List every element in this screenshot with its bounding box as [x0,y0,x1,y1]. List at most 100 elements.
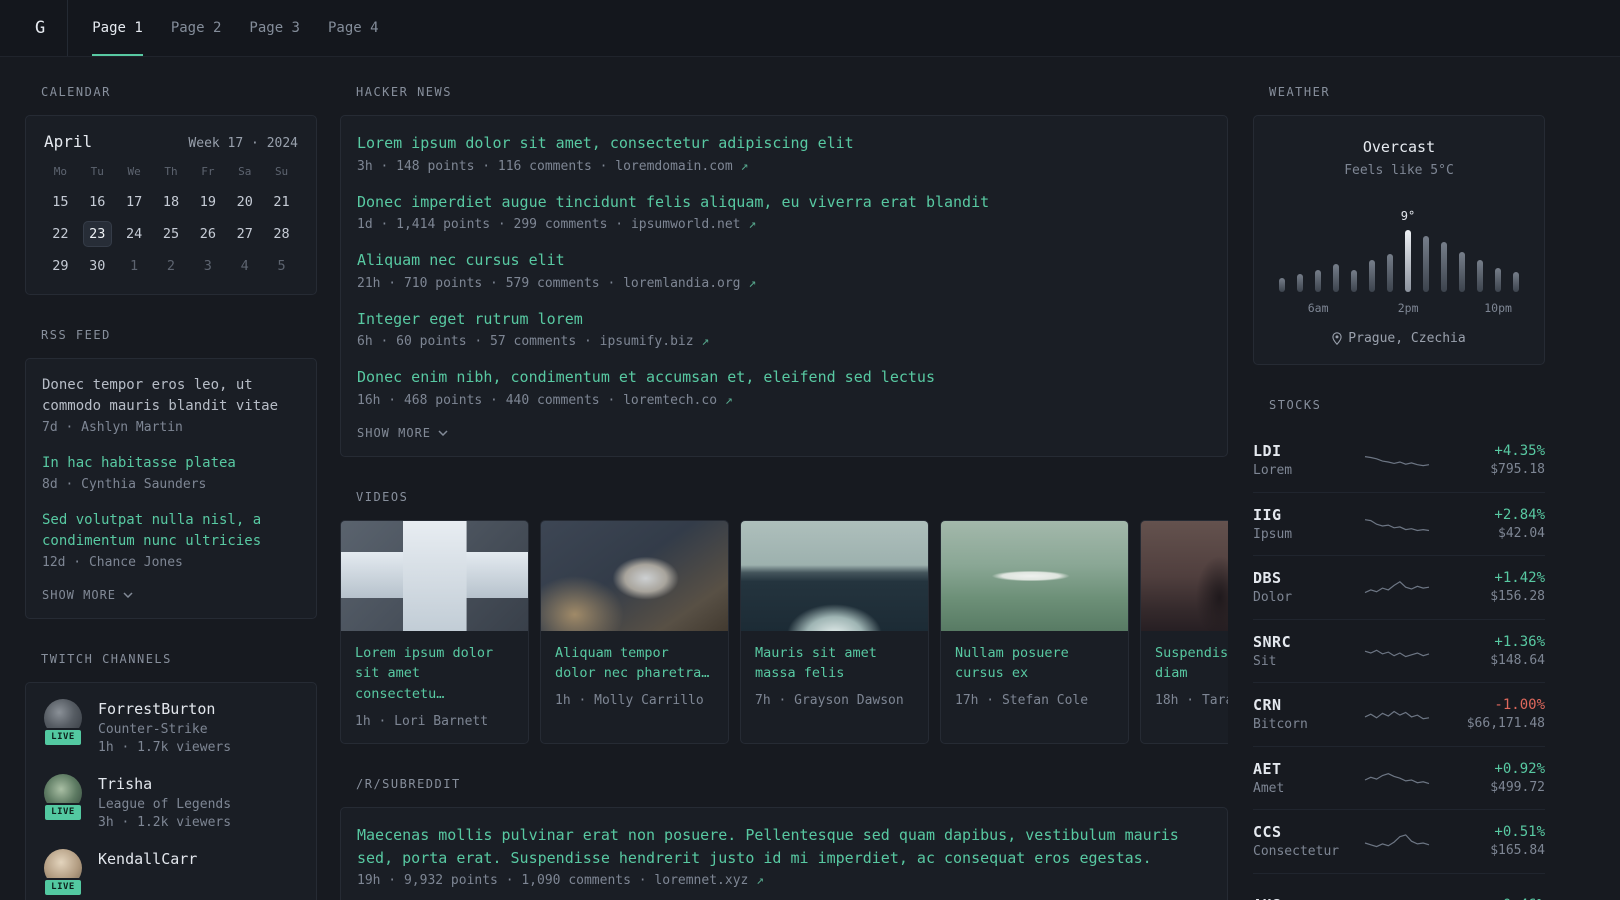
calendar-day[interactable]: 2 [157,254,184,278]
calendar-day[interactable]: 25 [157,222,184,246]
calendar-day[interactable]: 29 [47,254,74,278]
video-card[interactable]: Mauris sit amet massa felis 7h · Grayson… [740,519,929,745]
stock-values: +1.42% $156.28 [1449,570,1545,604]
post-title[interactable]: Maecenas mollis pulvinar erat non posuer… [357,824,1211,869]
calendar-day[interactable]: 24 [121,222,148,246]
stock-symbol: DBS [1253,569,1282,588]
twitch-section-title: TWITCH CHANNELS [41,652,172,666]
twitch-channel[interactable]: LIVE KendallCarr [42,849,300,897]
post-domain-link[interactable]: loremnet.xyz ↗ [654,873,764,888]
video-title[interactable]: Aliquam tempor dolor nec pharetra… [555,643,714,685]
rss-show-more-button[interactable]: SHOW MORE [42,588,300,602]
topbar-tab[interactable]: Page 2 [157,0,236,56]
calendar-day[interactable]: 5 [268,254,295,278]
calendar-day[interactable]: 22 [47,222,74,246]
calendar-day-header: Mo [53,165,68,178]
stock-values: +2.84% $42.04 [1449,507,1545,541]
channel-name[interactable]: KendallCarr [98,849,197,868]
calendar-day[interactable]: 28 [268,222,295,246]
channel-name[interactable]: Trisha [98,774,231,793]
topbar-tabs: Page 1 Page 2 Page 3 Page 4 [78,0,392,56]
external-link-icon: ↗ [748,275,757,291]
calendar-day[interactable]: 16 [84,190,111,214]
twitch-widget: TWITCH CHANNELS LIVE ForrestBurton Count… [25,652,317,900]
stock-values: +0.51% $165.84 [1449,824,1545,858]
location-pin-icon [1332,332,1342,345]
calendar-day[interactable]: 19 [194,190,221,214]
weather-time-label: 6am [1307,301,1329,315]
video-title[interactable]: Mauris sit amet massa felis [755,643,914,685]
subreddit-section-title: /R/SUBREDDIT [356,777,461,792]
post-domain-link[interactable]: loremtech.co ↗ [623,393,733,408]
rss-item: In hac habitasse platea 8d · Cynthia Sau… [42,453,300,492]
calendar-day[interactable]: 1 [121,254,148,278]
stock-id: SNRC Sit [1253,633,1345,669]
post-title[interactable]: Integer eget rutrum lorem [357,308,583,331]
stock-name: Bitcorn [1253,717,1308,733]
post-stats: 19h · 9,932 points · 1,090 comments · [357,873,655,889]
topbar-tab[interactable]: Page 3 [235,0,314,56]
rss-item-meta: 7d · Ashlyn Martin [42,420,183,435]
calendar-day[interactable]: 15 [47,190,74,214]
twitch-channel[interactable]: LIVE Trisha League of Legends 3h · 1.2k … [42,774,300,830]
video-title[interactable]: Suspendisse tempor diam [1155,643,1228,685]
stock-change: +0.51% [1494,824,1545,841]
calendar-day[interactable]: 23 [83,222,111,246]
video-card[interactable]: Lorem ipsum dolor sit amet consectetu… 1… [340,519,529,745]
stock-change: +0.92% [1494,760,1545,777]
stock-id: DBS Dolor [1253,569,1345,605]
stock-change: -1.00% [1494,697,1545,714]
calendar-day[interactable]: 17 [121,190,148,214]
stock-sparkline [1345,447,1449,473]
post-item: Lorem ipsum dolor sit amet, consectetur … [357,132,1211,174]
video-card[interactable]: Aliquam tempor dolor nec pharetra… 1h · … [540,519,729,745]
video-card[interactable]: Suspendisse tempor diam 18h · Tara [1140,519,1228,745]
stock-name: Dolor [1253,590,1293,606]
calendar-header: April Week 17 · 2024 [42,132,300,151]
topbar-tab[interactable]: Page 4 [314,0,393,56]
weather-card: Overcast Feels like 5°C 9° 6am 2pm 10pm Pr… [1253,115,1545,365]
post-domain-link[interactable]: ipsumworld.net ↗ [631,217,756,232]
post-domain-link[interactable]: loremdomain.com ↗ [615,159,748,174]
rss-item-title[interactable]: In hac habitasse platea [42,453,300,474]
calendar-day[interactable]: 26 [194,222,221,246]
calendar-day[interactable]: 30 [84,254,111,278]
rss-card: Donec tempor eros leo, ut commodo mauris… [25,358,317,619]
post-title[interactable]: Donec imperdiet augue tincidunt felis al… [357,191,989,214]
chevron-down-icon [438,429,448,436]
calendar-day[interactable]: 20 [231,190,258,214]
weather-bar [1441,242,1447,292]
video-card-body: Aliquam tempor dolor nec pharetra… 1h · … [541,631,728,723]
stock-sparkline [1345,701,1449,727]
calendar-day[interactable]: 3 [194,254,221,278]
video-title[interactable]: Nullam posuere cursus ex [955,643,1114,685]
sparkline-chart [1364,711,1430,720]
weather-location-label: Prague, Czechia [1348,331,1466,346]
channel-name[interactable]: ForrestBurton [98,699,231,718]
topbar-tab[interactable]: Page 1 [78,0,157,56]
calendar-day[interactable]: 27 [231,222,258,246]
calendar-day[interactable]: 4 [231,254,258,278]
calendar-day[interactable]: 18 [157,190,184,214]
post-title[interactable]: Aliquam nec cursus elit [357,249,565,272]
post-title[interactable]: Lorem ipsum dolor sit amet, consectetur … [357,132,854,155]
post-item: Maecenas mollis pulvinar erat non posuer… [357,824,1211,888]
video-title[interactable]: Lorem ipsum dolor sit amet consectetu… [355,643,514,706]
app-logo[interactable]: G [25,0,69,56]
video-thumbnail [941,520,1128,631]
stock-change: +4.35% [1494,442,1545,459]
stock-row: AHS +0.46% [1253,872,1545,900]
video-card[interactable]: Nullam posuere cursus ex 17h · Stefan Co… [940,519,1129,745]
rss-item-meta: 8d · Cynthia Saunders [42,477,207,492]
twitch-channel[interactable]: LIVE ForrestBurton Counter-Strike 1h · 1… [42,699,300,755]
calendar-day-header: We [127,165,141,178]
rss-item-title[interactable]: Sed volutpat nulla nisl, a condimentum n… [42,510,300,552]
calendar-section-title: CALENDAR [41,85,111,99]
rss-item-title[interactable]: Donec tempor eros leo, ut commodo mauris… [42,375,300,417]
hackernews-show-more-button[interactable]: SHOW MORE [357,426,1211,440]
post-domain-link[interactable]: loremlandia.org ↗ [623,276,756,291]
stock-name: Sit [1253,653,1277,669]
post-title[interactable]: Donec enim nibh, condimentum et accumsan… [357,366,935,389]
calendar-day[interactable]: 21 [268,190,295,214]
post-domain-link[interactable]: ipsumify.biz ↗ [600,334,710,349]
